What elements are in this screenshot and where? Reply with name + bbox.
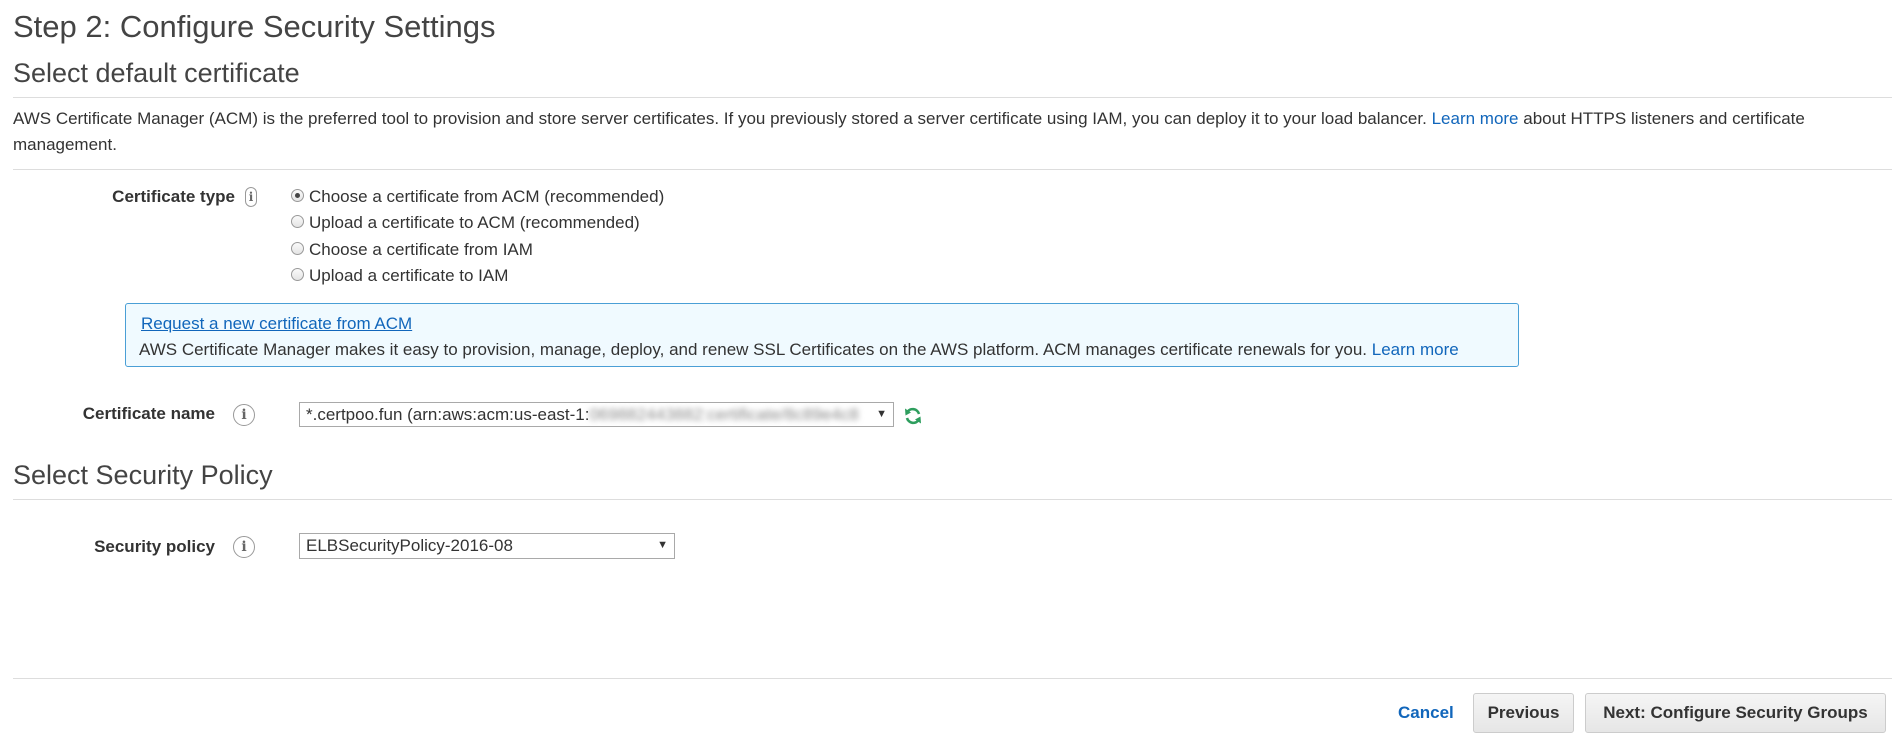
certificate-type-label: Certificate type bbox=[112, 187, 235, 206]
learn-more-link[interactable]: Learn more bbox=[1432, 109, 1519, 128]
certificate-arn-redacted: 069882443882:certificate/8c89e4c8 bbox=[589, 404, 859, 424]
certificate-name-label: Certificate name bbox=[82, 404, 215, 423]
radio-upload-acm[interactable]: Upload a certificate to ACM (recommended… bbox=[291, 213, 640, 233]
radio-button[interactable] bbox=[291, 267, 304, 281]
certificate-name-select[interactable]: *.certpoo.fun (arn:aws:acm:us-east-1: 06… bbox=[299, 402, 894, 427]
security-policy-label: Security policy bbox=[94, 537, 215, 556]
next-configure-security-groups-button[interactable]: Next: Configure Security Groups bbox=[1585, 693, 1886, 733]
radio-upload-iam[interactable]: Upload a certificate to IAM bbox=[291, 266, 508, 286]
security-policy-select[interactable]: ELBSecurityPolicy-2016-08 ▼ bbox=[299, 533, 675, 559]
acm-info-text: AWS Certificate Manager makes it easy to… bbox=[139, 340, 1459, 360]
info-icon[interactable]: i bbox=[233, 536, 255, 558]
radio-button[interactable] bbox=[291, 214, 304, 228]
request-certificate-link[interactable]: Request a new certificate from ACM bbox=[141, 314, 412, 334]
acm-info-box: Request a new certificate from ACM AWS C… bbox=[125, 303, 1519, 367]
radio-choose-acm[interactable]: Choose a certificate from ACM (recommend… bbox=[291, 187, 664, 207]
radio-button[interactable] bbox=[291, 188, 304, 202]
chevron-down-icon: ▼ bbox=[657, 539, 668, 551]
cancel-button[interactable]: Cancel bbox=[1398, 703, 1454, 723]
footer-divider bbox=[13, 678, 1892, 679]
section-divider bbox=[13, 169, 1892, 170]
radio-label: Upload a certificate to ACM (recommended… bbox=[309, 213, 640, 232]
security-policy-value: ELBSecurityPolicy-2016-08 bbox=[306, 536, 513, 555]
radio-label: Choose a certificate from IAM bbox=[309, 240, 533, 259]
learn-more-link[interactable]: Learn more bbox=[1372, 340, 1459, 359]
section-heading-policy: Select Security Policy bbox=[13, 460, 273, 490]
certificate-name-value: *.certpoo.fun (arn:aws:acm:us-east-1: bbox=[306, 404, 590, 424]
acm-info-description: AWS Certificate Manager makes it easy to… bbox=[139, 340, 1368, 359]
radio-label: Choose a certificate from ACM (recommend… bbox=[309, 187, 665, 206]
info-icon[interactable]: i bbox=[233, 404, 255, 426]
chevron-down-icon: ▼ bbox=[872, 408, 887, 420]
certificate-description: AWS Certificate Manager (ACM) is the pre… bbox=[13, 106, 1883, 158]
description-text: AWS Certificate Manager (ACM) is the pre… bbox=[13, 109, 1427, 128]
refresh-icon[interactable] bbox=[903, 406, 923, 426]
section-divider bbox=[13, 97, 1892, 98]
radio-choose-iam[interactable]: Choose a certificate from IAM bbox=[291, 240, 533, 260]
info-icon[interactable]: i bbox=[245, 187, 257, 207]
radio-button[interactable] bbox=[291, 241, 304, 255]
radio-label: Upload a certificate to IAM bbox=[309, 266, 509, 285]
section-divider bbox=[13, 499, 1892, 500]
section-heading-certificate: Select default certificate bbox=[13, 58, 300, 88]
previous-button[interactable]: Previous bbox=[1473, 693, 1574, 733]
page-title: Step 2: Configure Security Settings bbox=[13, 9, 496, 44]
